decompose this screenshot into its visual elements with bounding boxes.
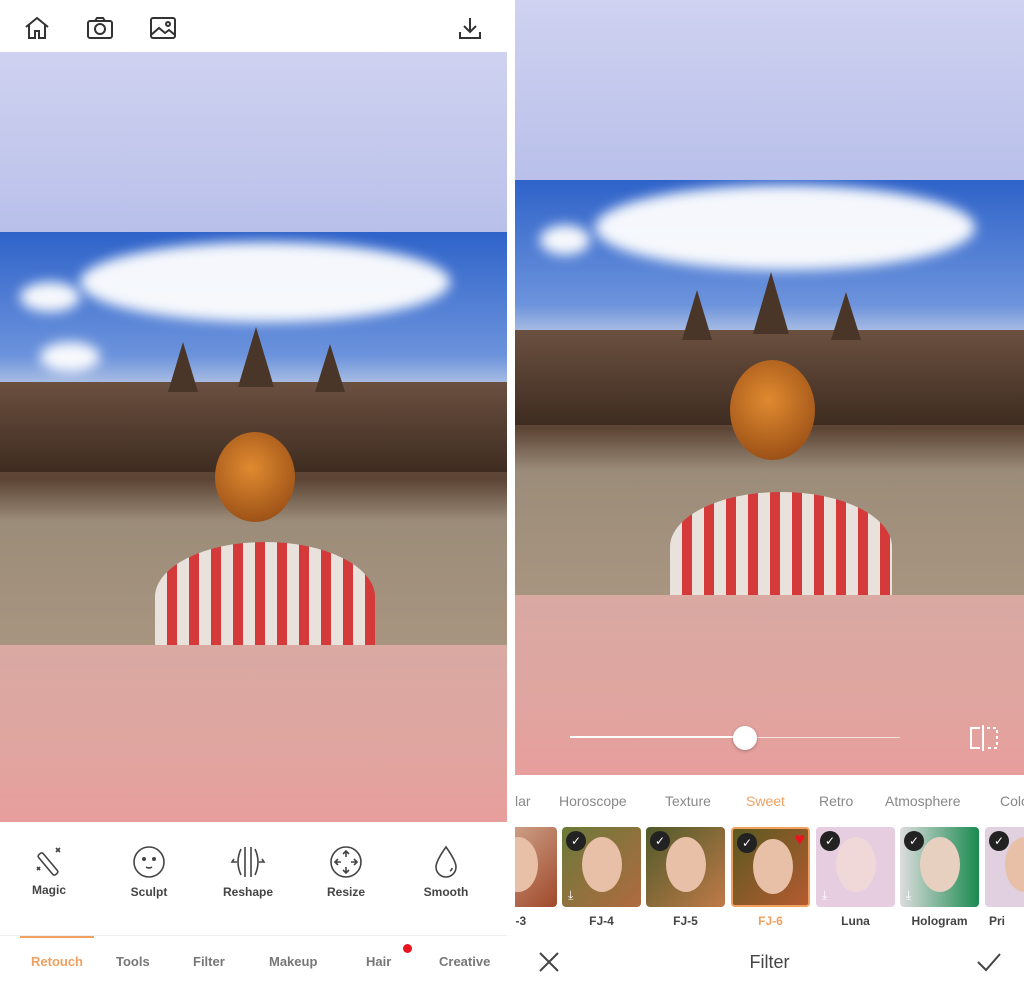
active-tab-indicator — [20, 936, 94, 938]
filter-label: Pri — [989, 914, 1006, 928]
category-item[interactable]: lar — [515, 793, 531, 809]
filter-thumb-hologram[interactable]: ✓ ⤓ — [900, 827, 979, 907]
canvas-background-bottom — [0, 645, 507, 822]
intensity-slider[interactable] — [570, 725, 900, 751]
check-icon: ✓ — [737, 833, 757, 853]
tab-tools[interactable]: Tools — [116, 954, 150, 969]
editor-panel: Magic Sculpt Reshape Resize Smooth Retou… — [0, 0, 507, 992]
home-icon[interactable] — [22, 14, 52, 42]
magic-wand-icon — [36, 847, 61, 876]
check-icon: ✓ — [650, 831, 670, 851]
filter-label: FJ-6 — [758, 914, 783, 928]
drop-icon — [435, 845, 457, 878]
category-horoscope[interactable]: Horoscope — [559, 793, 627, 809]
photo-canvas[interactable] — [515, 180, 1024, 595]
photo-canvas[interactable] — [0, 232, 507, 645]
tab-creative[interactable]: Creative — [439, 954, 490, 969]
check-icon: ✓ — [989, 831, 1009, 851]
gallery-icon[interactable] — [148, 14, 178, 42]
filter-thumb-fj4[interactable]: ✓ ⤓ — [562, 827, 641, 907]
tab-filter[interactable]: Filter — [193, 954, 225, 969]
tab-makeup[interactable]: Makeup — [269, 954, 317, 969]
category-atmosphere[interactable]: Atmosphere — [885, 793, 960, 809]
category-sweet[interactable]: Sweet — [746, 793, 785, 809]
filter-label: FJ-5 — [673, 914, 698, 928]
canvas-background-top — [0, 52, 507, 232]
compare-icon[interactable] — [965, 722, 1005, 754]
check-icon[interactable] — [975, 950, 1003, 974]
filter-thumb-fj5[interactable]: ✓ — [646, 827, 725, 907]
filter-thumb-fj6[interactable]: ✓ ♥ — [731, 827, 810, 907]
new-badge — [403, 944, 412, 953]
filter-label: J-3 — [515, 914, 527, 928]
check-icon: ✓ — [566, 831, 586, 851]
top-toolbar — [0, 0, 507, 52]
reshape-icon — [230, 847, 266, 877]
slider-handle[interactable] — [732, 726, 757, 750]
filter-thumb-j3[interactable] — [515, 827, 557, 907]
filter-panel: lar Horoscope Texture Sweet Retro Atmosp… — [515, 0, 1024, 992]
download-icon: ⤓ — [568, 888, 574, 902]
filter-thumb-pri[interactable]: ✓ — [985, 827, 1024, 907]
download-icon[interactable] — [455, 14, 485, 42]
heart-icon[interactable]: ♥ — [794, 829, 805, 850]
tool-resize[interactable]: Resize — [306, 845, 386, 899]
tool-sculpt[interactable]: Sculpt — [109, 845, 189, 899]
panel-title: Filter — [749, 952, 790, 972]
camera-icon[interactable] — [85, 14, 115, 42]
filter-label: Hologram — [911, 914, 968, 928]
category-color[interactable]: Colo — [1000, 793, 1024, 809]
download-icon: ⤓ — [906, 888, 912, 902]
tool-magic[interactable]: Magic — [9, 845, 89, 897]
filter-thumb-luna[interactable]: ✓ ⤓ — [816, 827, 895, 907]
resize-icon — [330, 846, 362, 878]
check-icon: ✓ — [904, 831, 924, 851]
category-texture[interactable]: Texture — [665, 793, 711, 809]
tab-retouch[interactable]: Retouch — [31, 954, 83, 969]
check-icon: ✓ — [820, 831, 840, 851]
face-icon — [133, 846, 165, 878]
canvas-background-top — [515, 0, 1024, 180]
filter-label: Luna — [841, 914, 870, 928]
tool-smooth[interactable]: Smooth — [406, 845, 486, 899]
tool-reshape[interactable]: Reshape — [208, 845, 288, 899]
category-retro[interactable]: Retro — [819, 793, 853, 809]
filter-label: FJ-4 — [589, 914, 614, 928]
download-icon: ⤓ — [822, 888, 828, 902]
tab-hair[interactable]: Hair — [366, 954, 391, 969]
